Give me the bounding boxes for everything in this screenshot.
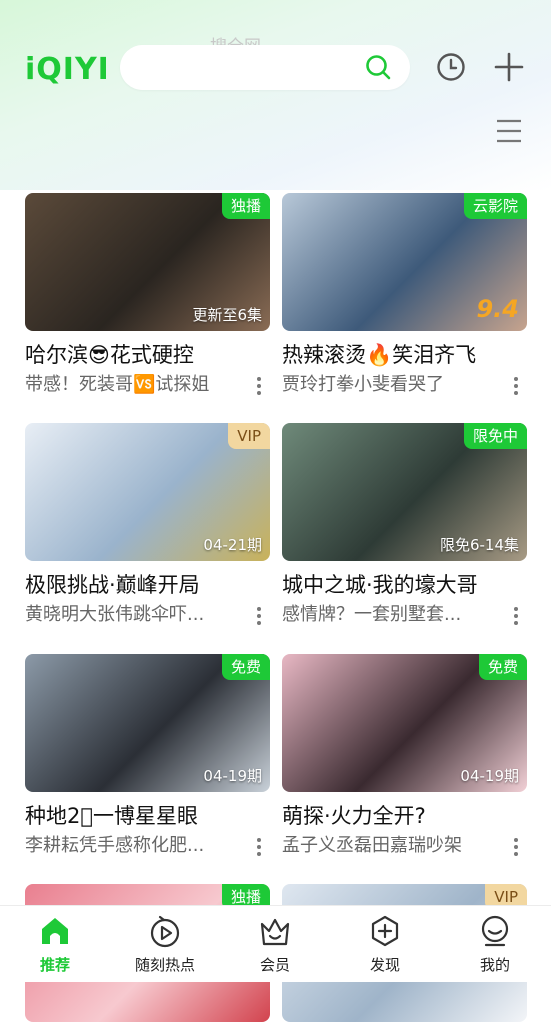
- episode-info: 04-21期: [203, 536, 262, 554]
- video-subtitle: 带感！死装哥🆚试探姐: [25, 374, 210, 395]
- tab-label: 发现: [369, 956, 400, 974]
- video-thumbnail[interactable]: 限免中限免6-14集: [282, 423, 527, 561]
- video-subtitle: 黄晓明大张伟跳伞吓...: [25, 604, 205, 625]
- video-card[interactable]: 免费 04-19期种地2⃣一博星星眼李耕耘凭手感称化肥...: [25, 654, 270, 859]
- app-logo: iQIYI: [25, 52, 110, 87]
- video-card[interactable]: 云影院 9.4 热辣滚烫🔥笑泪齐飞贾玲打拳小斐看哭了: [282, 193, 527, 398]
- video-thumbnail[interactable]: VIP 04-21期: [25, 423, 270, 561]
- play-circle-icon: [150, 915, 180, 948]
- tab-label: 会员: [259, 956, 290, 974]
- home-icon: [42, 918, 68, 944]
- video-card[interactable]: VIP 04-21期极限挑战·巅峰开局黄晓明大张伟跳伞吓...: [25, 423, 270, 628]
- episode-info: 限免6-14集: [439, 536, 519, 554]
- more-options-icon[interactable]: [513, 374, 519, 396]
- video-badge: 免费: [478, 654, 527, 680]
- tab-hot[interactable]: 随刻热点: [120, 914, 210, 975]
- video-badge: VIP: [228, 423, 270, 449]
- menu-icon[interactable]: [495, 117, 523, 145]
- video-thumbnail[interactable]: 云影院 9.4: [282, 193, 527, 331]
- search-icon[interactable]: [365, 54, 391, 80]
- video-card[interactable]: 免费 04-19期萌探·火力全开? 孟子义丞磊田嘉瑞吵架: [282, 654, 527, 859]
- video-title[interactable]: 种地2⃣一博星星眼: [25, 802, 270, 830]
- tab-discover[interactable]: 发现: [340, 914, 430, 975]
- rating-score: 9.4: [476, 295, 519, 323]
- tab-me[interactable]: 我的: [450, 914, 540, 975]
- more-options-icon[interactable]: [513, 604, 519, 626]
- bottom-tab-bar: 推荐 随刻热点 会员 发现 我的: [0, 905, 551, 982]
- tab-label: 我的: [479, 956, 510, 974]
- history-icon[interactable]: [436, 52, 466, 82]
- episode-info: 更新至6集: [192, 306, 262, 324]
- video-card[interactable]: 限免中限免6-14集城中之城·我的壕大哥感情牌？一套别墅套...: [282, 423, 527, 628]
- video-badge: 免费: [221, 654, 270, 680]
- video-subtitle: 感情牌？一套别墅套...: [282, 604, 462, 625]
- video-title[interactable]: 极限挑战·巅峰开局: [25, 571, 270, 599]
- tab-vip[interactable]: 会员: [230, 914, 320, 975]
- video-title[interactable]: 萌探·火力全开?: [282, 802, 527, 830]
- video-thumbnail[interactable]: 免费 04-19期: [282, 654, 527, 792]
- header-background: [0, 0, 551, 190]
- video-subtitle: 李耕耘凭手感称化肥...: [25, 835, 205, 856]
- video-thumbnail[interactable]: 免费 04-19期: [25, 654, 270, 792]
- discover-plus-icon: [371, 915, 399, 947]
- episode-info: 04-19期: [460, 767, 519, 785]
- more-options-icon[interactable]: [256, 604, 262, 626]
- video-title[interactable]: 哈尔滨😎花式硬控: [25, 341, 270, 369]
- video-badge: 云影院: [463, 193, 527, 219]
- video-title[interactable]: 城中之城·我的壕大哥: [282, 571, 527, 599]
- more-options-icon[interactable]: [513, 835, 519, 857]
- crown-icon: [260, 918, 290, 946]
- video-thumbnail[interactable]: 独播更新至6集: [25, 193, 270, 331]
- profile-icon: [481, 915, 509, 947]
- tab-label: 推荐: [39, 956, 70, 974]
- video-badge: 限免中: [463, 423, 527, 449]
- more-options-icon[interactable]: [256, 835, 262, 857]
- video-badge: 独播: [221, 193, 270, 219]
- episode-info: 04-19期: [203, 767, 262, 785]
- more-options-icon[interactable]: [256, 374, 262, 396]
- add-icon[interactable]: [494, 52, 524, 82]
- tab-recommend[interactable]: 推荐: [10, 914, 100, 975]
- video-title[interactable]: 热辣滚烫🔥笑泪齐飞: [282, 341, 527, 369]
- video-card[interactable]: 独播更新至6集哈尔滨😎花式硬控带感！死装哥🆚试探姐: [25, 193, 270, 398]
- tab-label: 随刻热点: [134, 956, 195, 974]
- video-subtitle: 孟子义丞磊田嘉瑞吵架: [282, 835, 462, 856]
- video-subtitle: 贾玲打拳小斐看哭了: [282, 374, 444, 395]
